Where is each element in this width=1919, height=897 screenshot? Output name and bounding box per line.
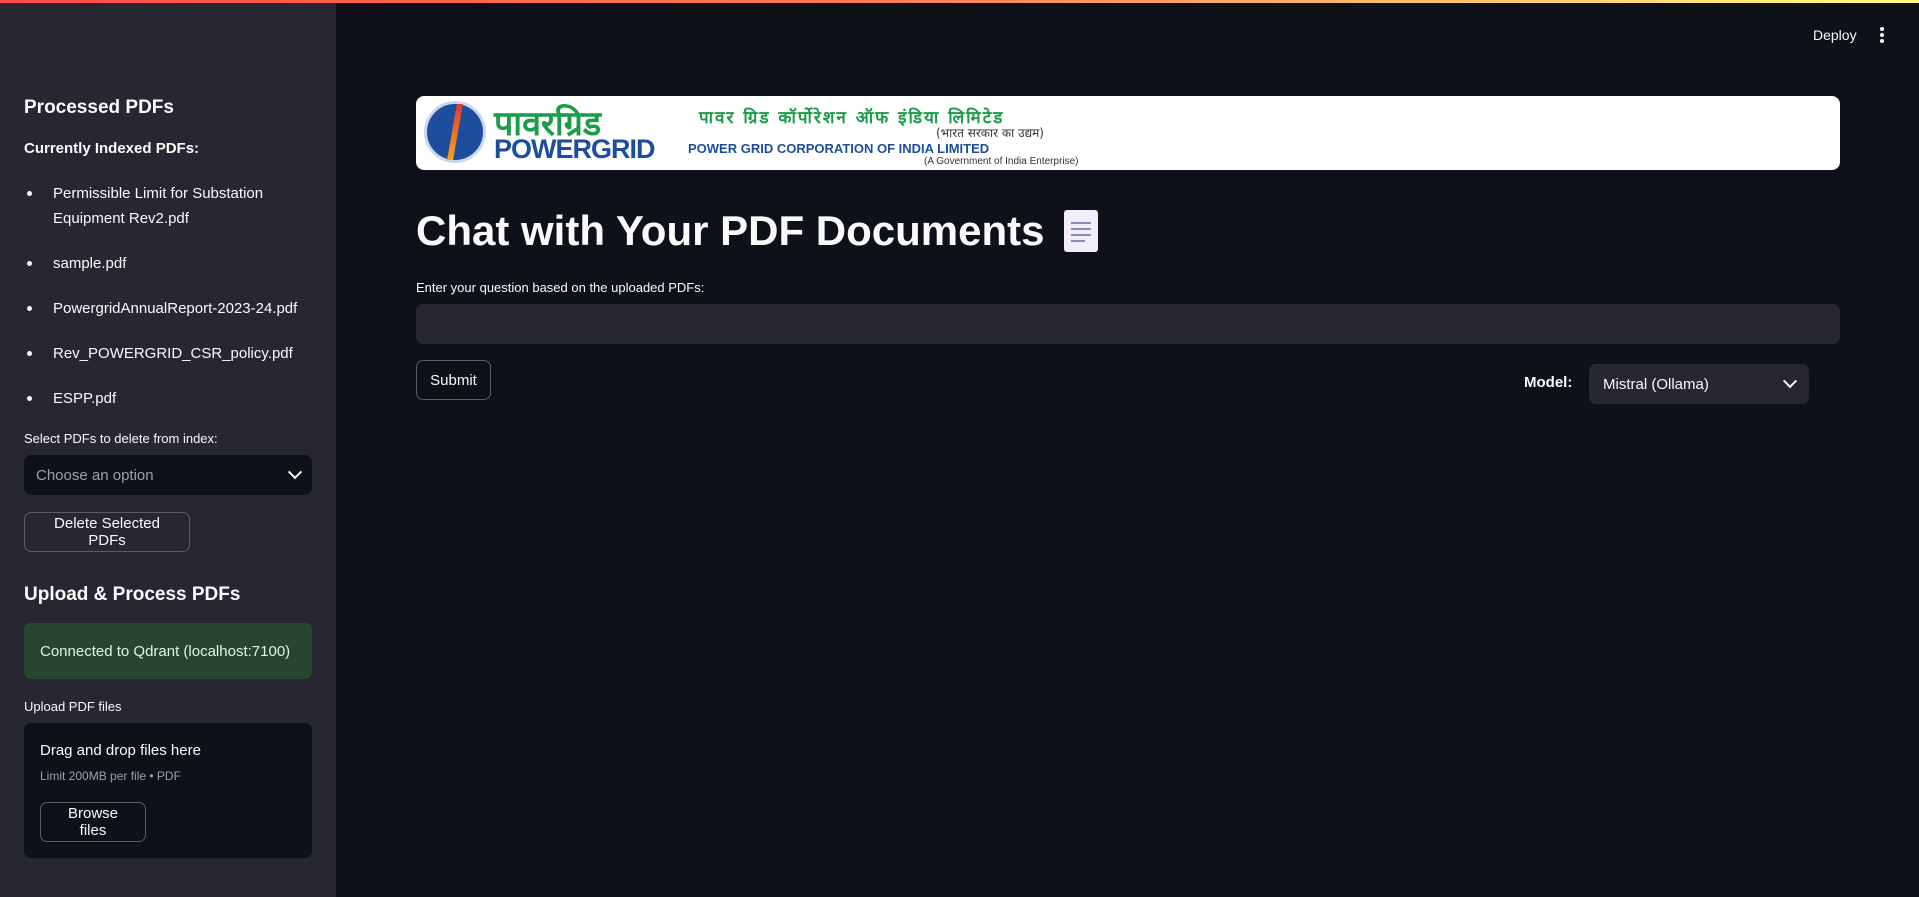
pdf-name: ESPP.pdf: [53, 390, 117, 407]
model-select[interactable]: Mistral (Ollama): [1589, 364, 1809, 404]
deploy-button[interactable]: Deploy: [1813, 27, 1857, 43]
pdf-name: Rev_POWERGRID_CSR_policy.pdf: [53, 345, 293, 362]
model-label: Model:: [1524, 374, 1573, 391]
connection-status-text: Connected to Qdrant (localhost:7100): [40, 642, 291, 660]
list-item: ESPP.pdf: [24, 386, 314, 411]
processed-pdfs-heading: Processed PDFs: [24, 97, 174, 118]
list-item: Permissible Limit for Substation Equipme…: [24, 181, 314, 231]
main-menu-icon[interactable]: [1880, 27, 1884, 43]
dropzone-title: Drag and drop files here: [40, 742, 201, 759]
delete-select-label: Select PDFs to delete from index:: [24, 431, 218, 446]
question-input[interactable]: [416, 304, 1840, 344]
upload-pdf-label: Upload PDF files: [24, 699, 122, 714]
sidebar: Processed PDFs Currently Indexed PDFs: P…: [0, 0, 336, 897]
question-label: Enter your question based on the uploade…: [416, 280, 705, 295]
banner-hindi-subtitle: (भारत सरकार का उद्यम): [936, 126, 1044, 140]
list-item: sample.pdf: [24, 251, 314, 276]
list-item: PowergridAnnualReport-2023-24.pdf: [24, 296, 314, 321]
indexed-pdf-list: Permissible Limit for Substation Equipme…: [24, 181, 314, 431]
delete-select-placeholder: Choose an option: [36, 466, 154, 484]
powergrid-banner: पावरग्रिड POWERGRID पावर ग्रिड कॉर्पोरेश…: [416, 96, 1840, 170]
model-selected-value: Mistral (Ollama): [1603, 375, 1709, 393]
document-icon: [1064, 210, 1099, 252]
top-decoration-stripe: [0, 0, 1919, 3]
list-item: Rev_POWERGRID_CSR_policy.pdf: [24, 341, 314, 366]
pdf-name: PowergridAnnualReport-2023-24.pdf: [53, 300, 298, 317]
upload-process-heading: Upload & Process PDFs: [24, 584, 241, 605]
pdf-name: Permissible Limit for Substation Equipme…: [53, 185, 264, 227]
connection-status-alert: Connected to Qdrant (localhost:7100): [24, 623, 312, 679]
chevron-down-icon: [1782, 374, 1798, 389]
indexed-pdfs-subheading: Currently Indexed PDFs:: [24, 140, 200, 157]
banner-english-full-name: POWER GRID CORPORATION OF INDIA LIMITED: [688, 141, 990, 156]
chevron-down-icon: [287, 465, 303, 480]
pdf-name: sample.pdf: [53, 255, 127, 272]
dropzone-limit: Limit 200MB per file • PDF: [40, 769, 181, 783]
banner-english-subtitle: (A Government of India Enterprise): [924, 156, 1079, 167]
submit-button[interactable]: Submit: [416, 360, 491, 400]
delete-pdfs-multiselect[interactable]: Choose an option: [24, 455, 312, 495]
banner-english-brand: POWERGRID: [494, 134, 656, 164]
page-title-text: Chat with Your PDF Documents: [416, 207, 1045, 254]
page-title: Chat with Your PDF Documents: [416, 207, 1099, 255]
file-dropzone[interactable]: Drag and drop files here Limit 200MB per…: [24, 723, 312, 858]
browse-files-button[interactable]: Browse files: [40, 802, 146, 842]
delete-selected-pdfs-button[interactable]: Delete Selected PDFs: [24, 512, 190, 552]
